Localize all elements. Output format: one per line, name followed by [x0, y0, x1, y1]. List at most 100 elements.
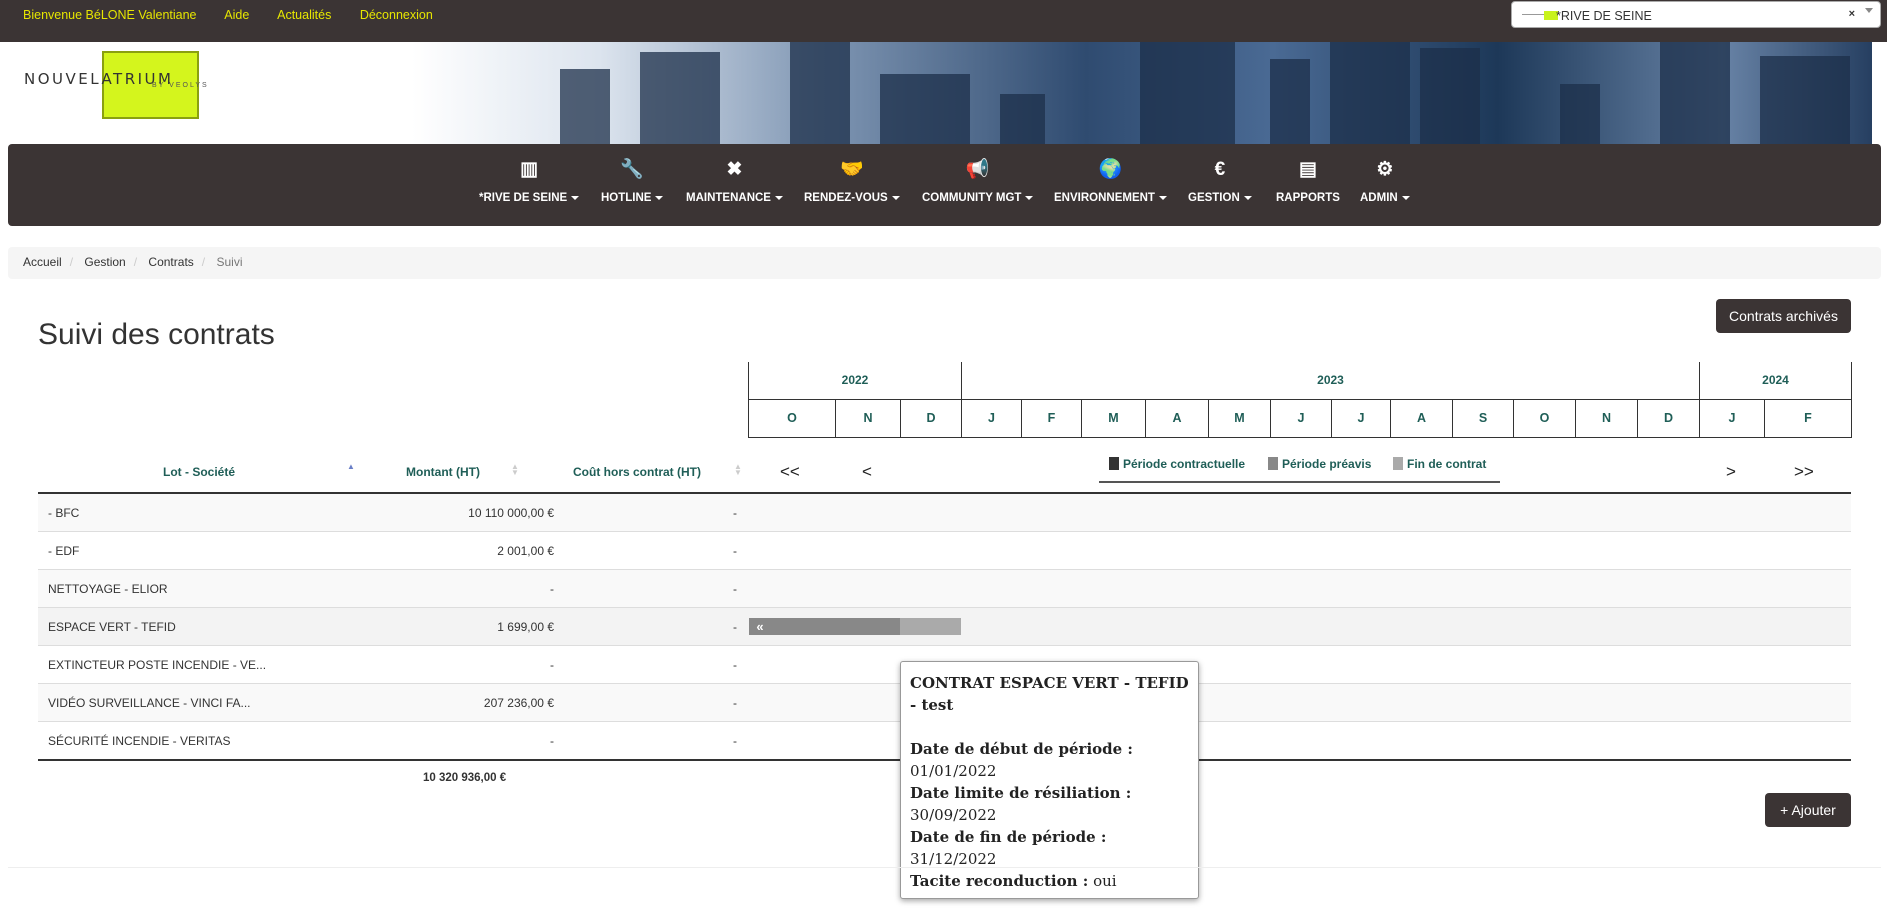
archived-contracts-button[interactable]: Contrats archivés [1716, 299, 1851, 333]
add-button[interactable]: + Ajouter [1765, 793, 1851, 827]
row-cout: - [733, 658, 737, 672]
tooltip-limit-value: 30/09/2022 [910, 806, 997, 824]
legend-notice-period: Période préavis [1268, 457, 1371, 471]
nav-site[interactable]: ▥ *RIVE DE SEINE [479, 158, 580, 204]
month-cell: D [900, 400, 961, 438]
help-link[interactable]: Aide [224, 8, 249, 22]
logo-subtext: BY VEOLYS [152, 82, 209, 89]
month-cell: J [961, 400, 1021, 438]
top-links: Bienvenue BéLONE Valentiane Aide Actuali… [23, 8, 458, 22]
breadcrumb-home[interactable]: Accueil [23, 255, 62, 269]
legend-end-label: Fin de contrat [1407, 457, 1487, 471]
month-cell: N [1575, 400, 1637, 438]
handshake-icon: 🤝 [840, 159, 864, 180]
header-cout[interactable]: Coût hors contrat (HT) [573, 465, 701, 479]
tooltip-start-label: Date de début de période : [910, 740, 1133, 758]
tooltip-limit-label: Date limite de résiliation : [910, 784, 1132, 802]
nav-rendez-vous-label: RENDEZ-VOUS [804, 192, 888, 204]
sort-asc-icon[interactable]: ▲ [347, 463, 355, 471]
row-cout: - [733, 506, 737, 520]
notice-period-bar[interactable] [749, 618, 900, 635]
month-cell: M [1081, 400, 1145, 438]
nav-rendez-vous[interactable]: 🤝 RENDEZ-VOUS [804, 158, 900, 204]
header-montant[interactable]: Montant (HT) [406, 465, 480, 479]
caret-down-icon [571, 195, 580, 200]
year-2022: 2022 [748, 362, 961, 400]
chevrons-left-icon[interactable]: « [749, 618, 771, 635]
caret-down-icon [1025, 195, 1034, 200]
row-cout: - [733, 544, 737, 558]
header-lot[interactable]: Lot - Société [163, 465, 235, 479]
nav-rapports[interactable]: ▤ RAPPORTS [1276, 158, 1340, 204]
sort-icon[interactable]: ▲ ▼ [734, 463, 742, 477]
nav-maintenance-label: MAINTENANCE [686, 192, 771, 204]
month-cell: J [1270, 400, 1331, 438]
legend-contract-period: Période contractuelle [1109, 457, 1245, 471]
clear-icon[interactable]: × [1849, 8, 1855, 20]
month-cell: F [1021, 400, 1081, 438]
tooltip-title: CONTRAT ESPACE VERT - TEFID - test [910, 674, 1189, 714]
nav-hotline[interactable]: 🔧 HOTLINE [601, 158, 664, 204]
row-cout: - [733, 620, 737, 634]
legend-contract-label: Période contractuelle [1123, 457, 1246, 471]
report-icon: ▤ [1298, 159, 1317, 180]
breadcrumb-current: Suivi [216, 255, 243, 269]
row-montant: 10 110 000,00 € [468, 506, 554, 520]
month-cell: F [1764, 400, 1852, 438]
row-cout: - [733, 582, 737, 596]
timeline-legend: Période contractuelle Période préavis Fi… [1099, 452, 1500, 483]
breadcrumb-contrats[interactable]: Contrats [148, 255, 193, 269]
euro-icon: € [1214, 159, 1226, 180]
nav-community[interactable]: 📢 COMMUNITY MGT [922, 158, 1034, 204]
row-lot: ESPACE VERT - TEFID [48, 620, 176, 634]
main-navbar: ▥ *RIVE DE SEINE 🔧 HOTLINE ✖ MAINTENANCE… [8, 144, 1881, 226]
year-2023: 2023 [961, 362, 1699, 400]
month-cell: J [1699, 400, 1764, 438]
sort-icon[interactable]: ▲ ▼ [511, 463, 519, 477]
chevron-down-icon[interactable] [1865, 8, 1873, 13]
tools-icon: ✖ [726, 159, 743, 180]
row-montant: - [550, 734, 554, 748]
nav-maintenance[interactable]: ✖ MAINTENANCE [686, 158, 783, 204]
site-select[interactable]: *RIVE DE SEINE × [1511, 1, 1881, 28]
table-row[interactable]: - EDF 2 001,00 € - [38, 532, 1851, 570]
caret-down-icon [1243, 195, 1252, 200]
nav-admin-label: ADMIN [1360, 192, 1398, 204]
nav-gestion[interactable]: € GESTION [1188, 158, 1252, 204]
timeline-last-button[interactable]: >> [1794, 462, 1814, 482]
nav-admin[interactable]: ⚙ ADMIN [1360, 158, 1410, 204]
row-cout: - [733, 696, 737, 710]
wrench-icon: 🔧 [620, 159, 645, 180]
table-row[interactable]: - BFC 10 110 000,00 € - [38, 494, 1851, 532]
row-lot: - EDF [48, 544, 80, 558]
nav-rapports-label: RAPPORTS [1276, 192, 1340, 204]
building-icon: ▥ [520, 159, 539, 180]
tooltip-end-label: Date de fin de période : [910, 828, 1107, 846]
breadcrumb: Accueil / Gestion / Contrats / Suivi [8, 247, 1881, 279]
news-link[interactable]: Actualités [277, 8, 331, 22]
timeline-next-button[interactable]: > [1726, 462, 1736, 482]
timeline-prev-button[interactable]: < [862, 462, 872, 482]
nav-community-label: COMMUNITY MGT [922, 192, 1022, 204]
tooltip-renew-label: Tacite reconduction : [910, 872, 1089, 890]
table-row[interactable]: NETTOYAGE - ELIOR - - [38, 570, 1851, 608]
caret-down-icon [1158, 195, 1167, 200]
row-montant: - [550, 582, 554, 596]
megaphone-icon: 📢 [965, 159, 990, 180]
nav-site-label: *RIVE DE SEINE [479, 192, 568, 204]
month-cell: O [748, 400, 835, 438]
caret-down-icon [774, 195, 783, 200]
row-lot: VIDÉO SURVEILLANCE - VINCI FA... [48, 696, 251, 710]
welcome-link[interactable]: Bienvenue BéLONE Valentiane [23, 8, 197, 22]
timeline-first-button[interactable]: << [780, 462, 800, 482]
nav-environnement[interactable]: 🌍 ENVIRONNEMENT [1054, 158, 1167, 204]
gear-icon: ⚙ [1376, 159, 1394, 180]
legend-notice-label: Période préavis [1282, 457, 1372, 471]
contract-end-bar[interactable] [900, 618, 961, 635]
total-amount: 10 320 936,00 € [423, 772, 507, 784]
logout-link[interactable]: Déconnexion [360, 8, 433, 22]
site-logo-icon [1522, 11, 1558, 20]
site-select-value: *RIVE DE SEINE [1556, 9, 1652, 23]
footer-divider [8, 867, 1881, 868]
breadcrumb-gestion[interactable]: Gestion [84, 255, 125, 269]
